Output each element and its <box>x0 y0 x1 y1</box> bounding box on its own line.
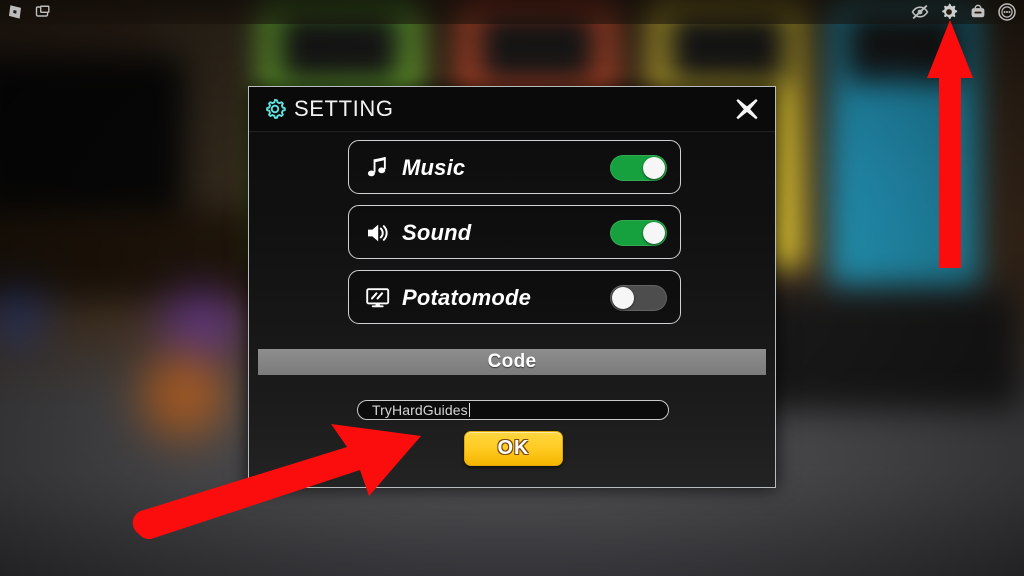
ok-button[interactable]: OK <box>464 431 563 466</box>
gear-icon <box>263 97 287 121</box>
code-section-header: Code <box>258 349 766 375</box>
code-section-label: Code <box>487 351 537 372</box>
toggle-sound[interactable] <box>610 220 667 246</box>
setting-row-music[interactable]: Music <box>348 140 681 194</box>
code-input-value: TryHardGuides <box>372 402 468 418</box>
settings-rows: Music Sound Potatomode <box>348 140 681 335</box>
text-caret <box>468 403 470 417</box>
screenshot-root: SETTING Music Sound Potatomode Code TryH… <box>0 0 1024 576</box>
close-x-icon[interactable] <box>731 93 763 125</box>
monitor-icon <box>365 271 393 325</box>
chat-window-icon[interactable] <box>32 1 54 23</box>
topbar-right-group <box>909 1 1018 23</box>
hide-ui-eye-off-icon[interactable] <box>909 1 931 23</box>
music-note-icon <box>365 141 391 195</box>
settings-dialog: SETTING Music Sound Potatomode Code TryH… <box>248 86 776 488</box>
code-input[interactable]: TryHardGuides <box>357 400 669 420</box>
setting-label-music: Music <box>402 155 466 180</box>
setting-label-sound: Sound <box>402 220 472 245</box>
gear-icon[interactable] <box>938 1 960 23</box>
ok-button-label: OK <box>497 437 530 459</box>
emote-wheel-icon[interactable] <box>996 1 1018 23</box>
backpack-icon[interactable] <box>967 1 989 23</box>
topbar-left-group <box>4 1 54 23</box>
dialog-header: SETTING <box>249 87 775 132</box>
roblox-logo-icon[interactable] <box>4 1 26 23</box>
setting-row-sound[interactable]: Sound <box>348 205 681 259</box>
setting-label-potatomode: Potatomode <box>402 285 532 310</box>
page-title: SETTING <box>294 96 394 121</box>
toggle-potatomode[interactable] <box>610 285 667 311</box>
speaker-icon <box>365 206 393 260</box>
setting-row-potatomode[interactable]: Potatomode <box>348 270 681 324</box>
roblox-topbar <box>0 0 1024 24</box>
toggle-music[interactable] <box>610 155 667 181</box>
